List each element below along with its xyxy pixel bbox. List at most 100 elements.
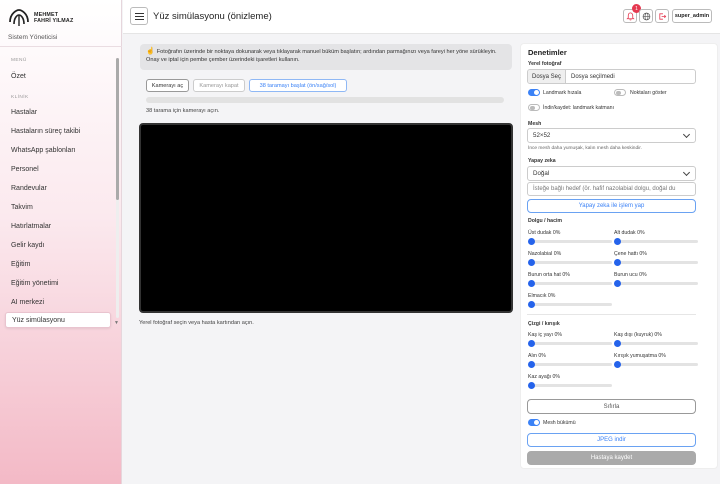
face-preview-canvas[interactable]: [139, 123, 513, 313]
camera-close-button[interactable]: Kamerayı kapat: [193, 79, 245, 92]
sidebar-scrollbar-thumb[interactable]: [116, 58, 119, 200]
wrinkle-smoothing-slider[interactable]: [614, 361, 698, 368]
user-menu-button[interactable]: super_admin: [672, 9, 712, 23]
section-menu-heading: MENÜ: [11, 58, 27, 63]
ai-target-input[interactable]: İsteğe bağlı hedef (ör. hafif nazolabial…: [527, 182, 696, 196]
sidebar-item-egitim[interactable]: Eğitim: [5, 256, 111, 272]
toggle-knob: [534, 420, 539, 425]
save-landmark-layer-toggle[interactable]: [528, 104, 540, 111]
sidebar-item-randevular[interactable]: Randevular: [5, 180, 111, 196]
slider-label-lower-lip: Alt dudak 0%: [614, 230, 645, 236]
language-button[interactable]: [639, 9, 653, 23]
slider-thumb[interactable]: [614, 259, 621, 266]
slider-thumb[interactable]: [528, 280, 535, 287]
local-photo-label: Yerel fotoğraf: [528, 61, 562, 67]
camera-open-button[interactable]: Kamerayı aç: [146, 79, 189, 92]
mesh-warp-toggle[interactable]: [528, 419, 540, 426]
slider-thumb[interactable]: [614, 280, 621, 287]
mesh-warp-label: Mesh bükümü: [543, 420, 576, 426]
jawline-slider[interactable]: [614, 259, 698, 266]
nasolabial-slider[interactable]: [528, 259, 612, 266]
chevron-down-icon: [682, 168, 691, 177]
sidebar-item-surec-takibi[interactable]: Hastaların süreç takibi: [5, 123, 111, 139]
slider-thumb[interactable]: [614, 238, 621, 245]
scroll-down-arrow-icon[interactable]: ▼: [114, 320, 119, 326]
show-points-toggle[interactable]: [614, 89, 626, 96]
slider-thumb[interactable]: [614, 340, 621, 347]
forehead-slider[interactable]: [528, 361, 612, 368]
crows-feet-slider[interactable]: [528, 382, 612, 389]
start-scan-button[interactable]: 38 taramayı başlat (ön/sağ/sol): [249, 79, 347, 92]
controls-title: Denetimler: [528, 48, 567, 57]
brand-name: MEHMET FAHRİ YILMAZ: [34, 12, 73, 24]
outer-brow-slider[interactable]: [614, 340, 698, 347]
photo-file-input[interactable]: Dosya Seç Dosya seçilmedi: [527, 69, 696, 84]
slider-label-outer-brow: Kaş dışı (kuyruk) 0%: [614, 332, 662, 338]
slider-thumb[interactable]: [614, 361, 621, 368]
mesh-select[interactable]: 52×52: [527, 128, 696, 143]
user-role: Sistem Yöneticisi: [8, 34, 58, 41]
line-section-title: Çizgi / kırışık: [528, 321, 560, 327]
sidebar-item-ai-merkezi[interactable]: AI merkezi: [5, 294, 111, 310]
upper-lip-slider[interactable]: [528, 238, 612, 245]
slider-label-nose-tip: Burun ucu 0%: [614, 272, 647, 278]
jpeg-download-button[interactable]: JPEG indir: [527, 433, 696, 447]
slider-thumb[interactable]: [528, 361, 535, 368]
logout-icon: [658, 12, 666, 20]
hamburger-icon-line: [134, 18, 144, 20]
brand-logo[interactable]: MEHMET FAHRİ YILMAZ: [8, 7, 118, 29]
cheekbone-slider[interactable]: [528, 301, 612, 308]
show-points-label: Noktaları göster: [630, 90, 667, 96]
sidebar-item-gelir-kaydi[interactable]: Gelir kaydı: [5, 237, 111, 253]
toggle-knob: [534, 90, 539, 95]
scan-status-text: 38 tarama için kamerayı açın.: [146, 108, 220, 114]
file-status-text: Dosya seçilmedi: [571, 73, 615, 80]
page-title: Yüz simülasyonu (önizleme): [153, 11, 272, 22]
landmark-align-label: Landmark hızala: [543, 90, 582, 96]
nose-tip-slider[interactable]: [614, 280, 698, 287]
landmark-align-toggle[interactable]: [528, 89, 540, 96]
slider-thumb[interactable]: [528, 259, 535, 266]
hamburger-icon-line: [134, 15, 144, 17]
slider-thumb[interactable]: [528, 382, 535, 389]
sidebar-item-hatirlatmalar[interactable]: Hatırlatmalar: [5, 218, 111, 234]
slider-thumb[interactable]: [528, 340, 535, 347]
choose-file-button[interactable]: Dosya Seç: [528, 70, 567, 83]
ai-label: Yapay zeka: [528, 158, 556, 164]
slider-label-crows-feet: Kaz ayağı 0%: [528, 374, 561, 380]
inner-brow-slider[interactable]: [528, 340, 612, 347]
slider-label-inner-brow: Kaş iç yayı 0%: [528, 332, 563, 338]
nose-midline-slider[interactable]: [528, 280, 612, 287]
sidebar-item-personel[interactable]: Personel: [5, 161, 111, 177]
bell-icon: [625, 11, 635, 20]
sidebar-item-hastalar[interactable]: Hastalar: [5, 104, 111, 120]
sidebar-item-ozet[interactable]: Özet: [5, 68, 111, 84]
ai-mode-select[interactable]: Doğal: [527, 166, 696, 181]
mesh-hint-text: İnce mesh daha yumuşak, kalın mesh daha …: [528, 146, 642, 151]
sidebar-item-yuz-simulasyonu[interactable]: Yüz simülasyonu: [5, 312, 111, 328]
ai-process-button[interactable]: Yapay zeka ile işlem yap: [527, 199, 696, 213]
fill-section-title: Dolgu / hacim: [528, 218, 563, 224]
slider-thumb[interactable]: [528, 238, 535, 245]
slider-thumb[interactable]: [528, 301, 535, 308]
slider-label-nasolabial: Nazolabial 0%: [528, 251, 562, 257]
sidebar-item-takvim[interactable]: Takvim: [5, 199, 111, 215]
toggle-knob: [616, 90, 621, 95]
chevron-down-icon: [682, 130, 691, 139]
section-clinic-heading: KLİNİK: [11, 95, 29, 100]
slider-label-forehead: Alın 0%: [528, 353, 546, 359]
reset-button[interactable]: Sıfırla: [527, 399, 696, 414]
logout-button[interactable]: [655, 9, 669, 23]
slider-label-nose-midline: Burun orta hat 0%: [528, 272, 570, 278]
scan-progress-bar: [146, 97, 504, 103]
save-to-patient-button[interactable]: Hastaya kaydet: [527, 451, 696, 465]
mesh-label: Mesh: [528, 121, 542, 127]
slider-label-jawline: Çene hattı 0%: [614, 251, 647, 257]
brand-line-2: FAHRİ YILMAZ: [34, 18, 74, 24]
lower-lip-slider[interactable]: [614, 238, 698, 245]
menu-toggle-button[interactable]: [130, 7, 148, 25]
sidebar-item-whatsapp[interactable]: WhatsApp şablonları: [5, 142, 111, 158]
instruction-banner: ☝ Fotoğrafın üzerinde bir noktaya dokunar…: [140, 44, 512, 70]
ai-mode-value: Doğal: [533, 170, 550, 177]
sidebar-item-egitim-yonetimi[interactable]: Eğitim yönetimi: [5, 275, 111, 291]
